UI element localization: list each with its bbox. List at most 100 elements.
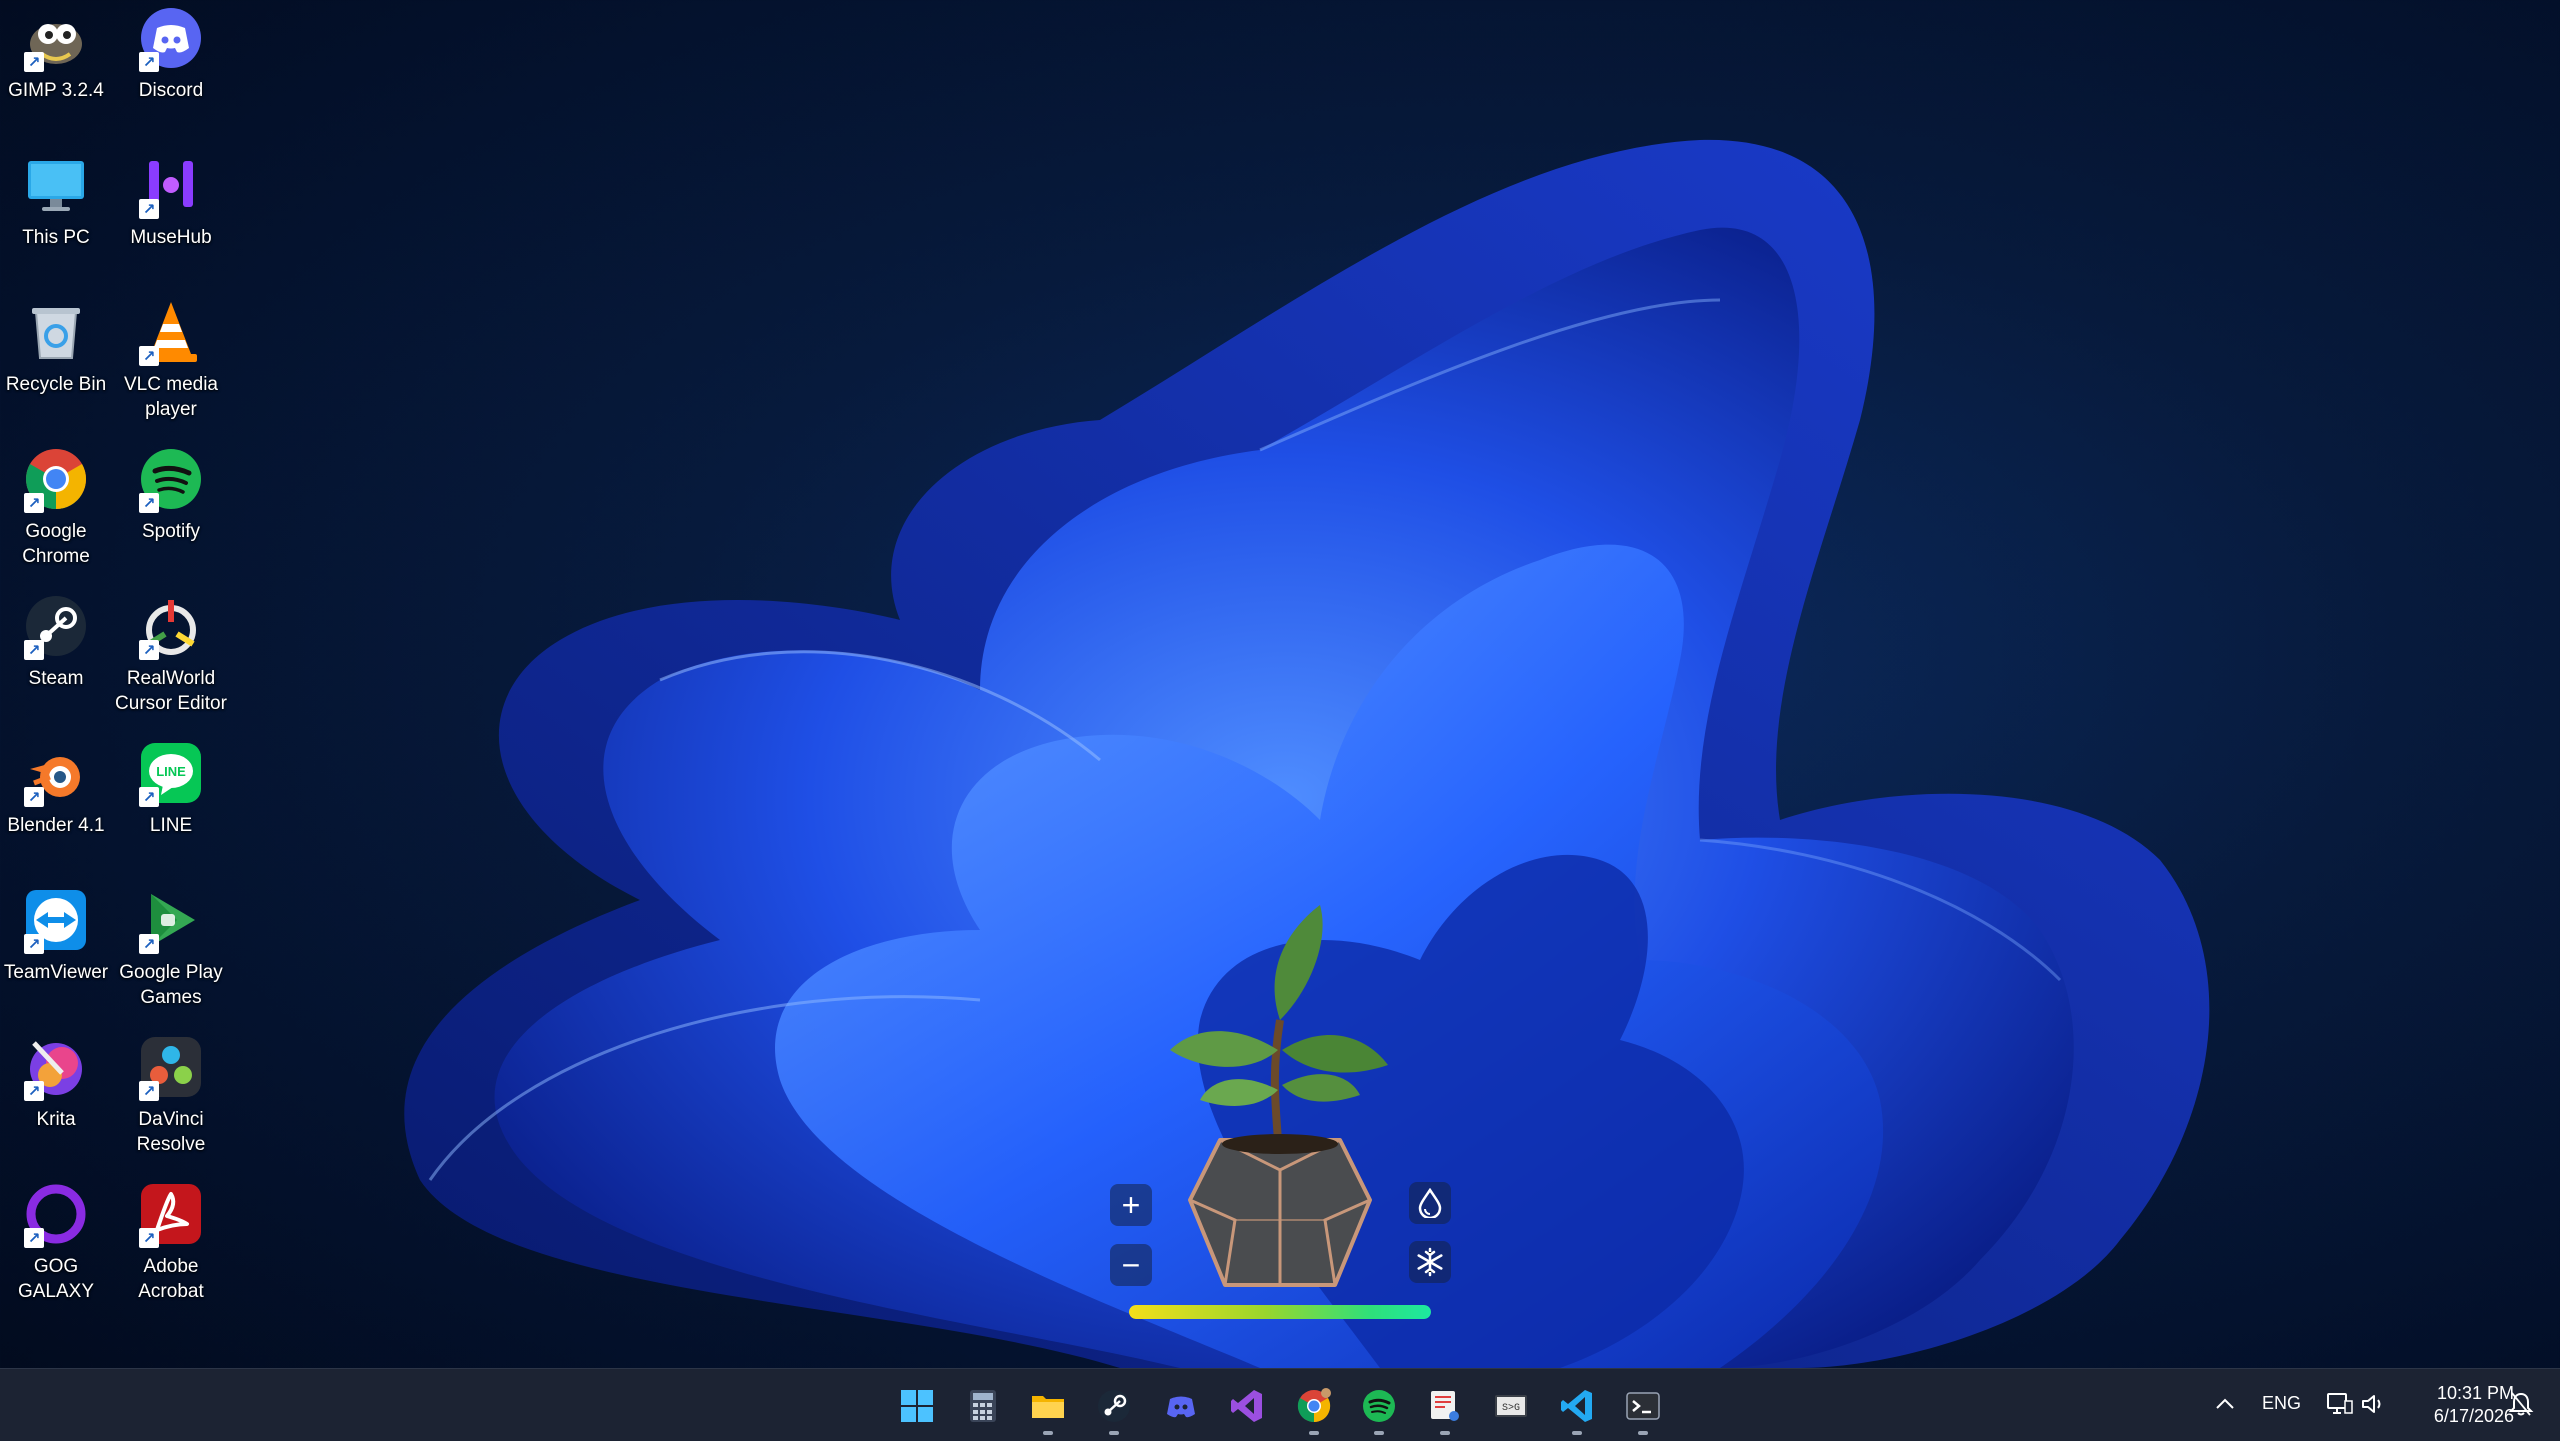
running-indicator (1374, 1431, 1384, 1435)
desktop-icon-label: TeamViewer (3, 962, 109, 983)
shortcut-arrow-icon: ↗ (24, 640, 44, 660)
desktop-icon-google-play-games[interactable]: ↗ Google Play Games (115, 882, 227, 1010)
adobe-acrobat-icon: ↗ (137, 1180, 205, 1248)
taskbar-chrome[interactable] (1288, 1381, 1340, 1435)
discord-icon (1167, 1396, 1195, 1418)
desktop-icon-teamviewer[interactable]: ↗ TeamViewer (0, 882, 112, 985)
taskbar-spotify[interactable] (1353, 1381, 1405, 1435)
desktop-icon-chrome[interactable]: ↗ Google Chrome (0, 441, 112, 569)
desktop-icon-musehub[interactable]: ↗ MuseHub (115, 147, 227, 250)
visual-studio-icon (1231, 1390, 1262, 1422)
minus-icon: − (1121, 1247, 1141, 1283)
taskbar-vscode[interactable] (1551, 1381, 1603, 1435)
taskbar-steam[interactable] (1088, 1381, 1140, 1435)
gog-galaxy-icon: ↗ (22, 1180, 90, 1248)
shortcut-arrow-icon: ↗ (139, 787, 159, 807)
remove-plant-button[interactable]: − (1110, 1244, 1152, 1286)
bell-icon (2508, 1392, 2534, 1416)
desktop-icon-realworld-cursor-editor[interactable]: ↗ RealWorld Cursor Editor (115, 588, 227, 716)
desktop-icon-blender[interactable]: ↗ Blender 4.1 (0, 735, 112, 838)
taskbar-file-explorer[interactable] (1022, 1381, 1074, 1435)
svg-text:LINE: LINE (156, 764, 186, 779)
chrome-icon: ↗ (22, 445, 90, 513)
plus-icon: + (1121, 1187, 1141, 1223)
running-indicator (1638, 1431, 1648, 1435)
desktop-icon-gog-galaxy[interactable]: ↗ GOG GALAXY (0, 1176, 112, 1304)
desktop-icon-steam[interactable]: ↗ Steam (0, 588, 112, 691)
shortcut-arrow-icon: ↗ (139, 1081, 159, 1101)
notifications-button[interactable] (2508, 1391, 2536, 1419)
snowflake-icon (1417, 1247, 1443, 1277)
desktop-icon-gimp[interactable]: ↗ GIMP 3.2.4 (0, 0, 112, 103)
freeze-button[interactable] (1409, 1241, 1451, 1283)
taskbar-svg-viewer[interactable]: S>G (1485, 1381, 1537, 1431)
taskbar-snipping-tool[interactable] (1419, 1381, 1471, 1435)
shortcut-arrow-icon: ↗ (139, 1228, 159, 1248)
desktop-icon-recycle-bin[interactable]: Recycle Bin (0, 294, 112, 397)
running-indicator (1440, 1431, 1450, 1435)
plant-health-fill (1129, 1305, 1431, 1319)
svg-text:S>G: S>G (1502, 1403, 1520, 1414)
line-app-icon: LINE ↗ (137, 739, 205, 807)
taskbar-terminal[interactable] (1617, 1381, 1669, 1435)
spotify-icon (1363, 1390, 1395, 1422)
running-indicator (1309, 1431, 1319, 1435)
desktop-icon-label: Krita (36, 1109, 76, 1130)
taskbar-calculator[interactable] (957, 1381, 1009, 1431)
shortcut-arrow-icon: ↗ (24, 493, 44, 513)
taskbar-visual-studio[interactable] (1221, 1381, 1273, 1431)
desktop-icon-label: VLC media player (124, 374, 218, 420)
running-indicator (1043, 1431, 1053, 1435)
show-hidden-icons-button[interactable] (2212, 1391, 2238, 1417)
realworld-cursor-editor-icon: ↗ (137, 592, 205, 660)
desktop-icon-label: Spotify (141, 521, 201, 542)
chrome-icon (1297, 1388, 1331, 1423)
desktop-icon-line[interactable]: LINE ↗ LINE (115, 735, 227, 838)
taskbar-start-button[interactable] (891, 1381, 943, 1431)
krita-icon: ↗ (22, 1033, 90, 1101)
musehub-icon: ↗ (137, 151, 205, 219)
desktop-icon-this-pc[interactable]: This PC (0, 147, 112, 250)
desktop-icon-krita[interactable]: ↗ Krita (0, 1029, 112, 1132)
language-indicator[interactable]: ENG (2262, 1393, 2301, 1414)
desktop-icon-label: Adobe Acrobat (138, 1256, 204, 1302)
volume-button[interactable] (2360, 1391, 2388, 1417)
desktop-icon-label: DaVinci Resolve (136, 1109, 206, 1155)
terminal-icon (1626, 1392, 1660, 1420)
desktop-icon-vlc[interactable]: ↗ VLC media player (115, 294, 227, 422)
running-indicator (1109, 1431, 1119, 1435)
davinci-resolve-icon: ↗ (137, 1033, 205, 1101)
taskbar-discord[interactable] (1155, 1381, 1207, 1431)
clock[interactable]: 10:31 PM 6/17/2026 (2392, 1382, 2514, 1428)
gimp-icon: ↗ (22, 4, 90, 72)
desktop-icon-label: GOG GALAXY (17, 1256, 95, 1302)
desktop-icon-label: Blender 4.1 (7, 815, 105, 836)
running-indicator (1572, 1431, 1582, 1435)
network-button[interactable] (2326, 1391, 2356, 1417)
water-drop-icon (1418, 1188, 1442, 1218)
desktop-icon-label: MuseHub (130, 227, 212, 248)
shortcut-arrow-icon: ↗ (24, 1228, 44, 1248)
speaker-icon (2362, 1395, 2381, 1413)
blender-icon: ↗ (22, 739, 90, 807)
desktop-icon-label: Steam (28, 668, 84, 689)
desktop-icon-spotify[interactable]: ↗ Spotify (115, 441, 227, 544)
shortcut-arrow-icon: ↗ (24, 787, 44, 807)
desktop-icon-discord[interactable]: ↗ Discord (115, 0, 227, 103)
clock-date: 6/17/2026 (2433, 1406, 2514, 1426)
shortcut-arrow-icon: ↗ (139, 52, 159, 72)
desktop-icon-davinci-resolve[interactable]: ↗ DaVinci Resolve (115, 1029, 227, 1157)
desktop-icon-label: This PC (22, 227, 90, 248)
vscode-icon (1561, 1390, 1592, 1422)
shortcut-arrow-icon: ↗ (24, 1081, 44, 1101)
desktop-icon-label: Discord (138, 80, 204, 101)
chevron-up-icon (2216, 1398, 2234, 1409)
plant-widget: + − (1100, 900, 1480, 1330)
shortcut-arrow-icon: ↗ (139, 640, 159, 660)
add-plant-button[interactable]: + (1110, 1184, 1152, 1226)
plant-health-bar (1129, 1305, 1431, 1319)
desktop-icon-adobe-acrobat[interactable]: ↗ Adobe Acrobat (115, 1176, 227, 1304)
shortcut-arrow-icon: ↗ (139, 493, 159, 513)
water-button[interactable] (1409, 1182, 1451, 1224)
steam-icon: ↗ (22, 592, 90, 660)
